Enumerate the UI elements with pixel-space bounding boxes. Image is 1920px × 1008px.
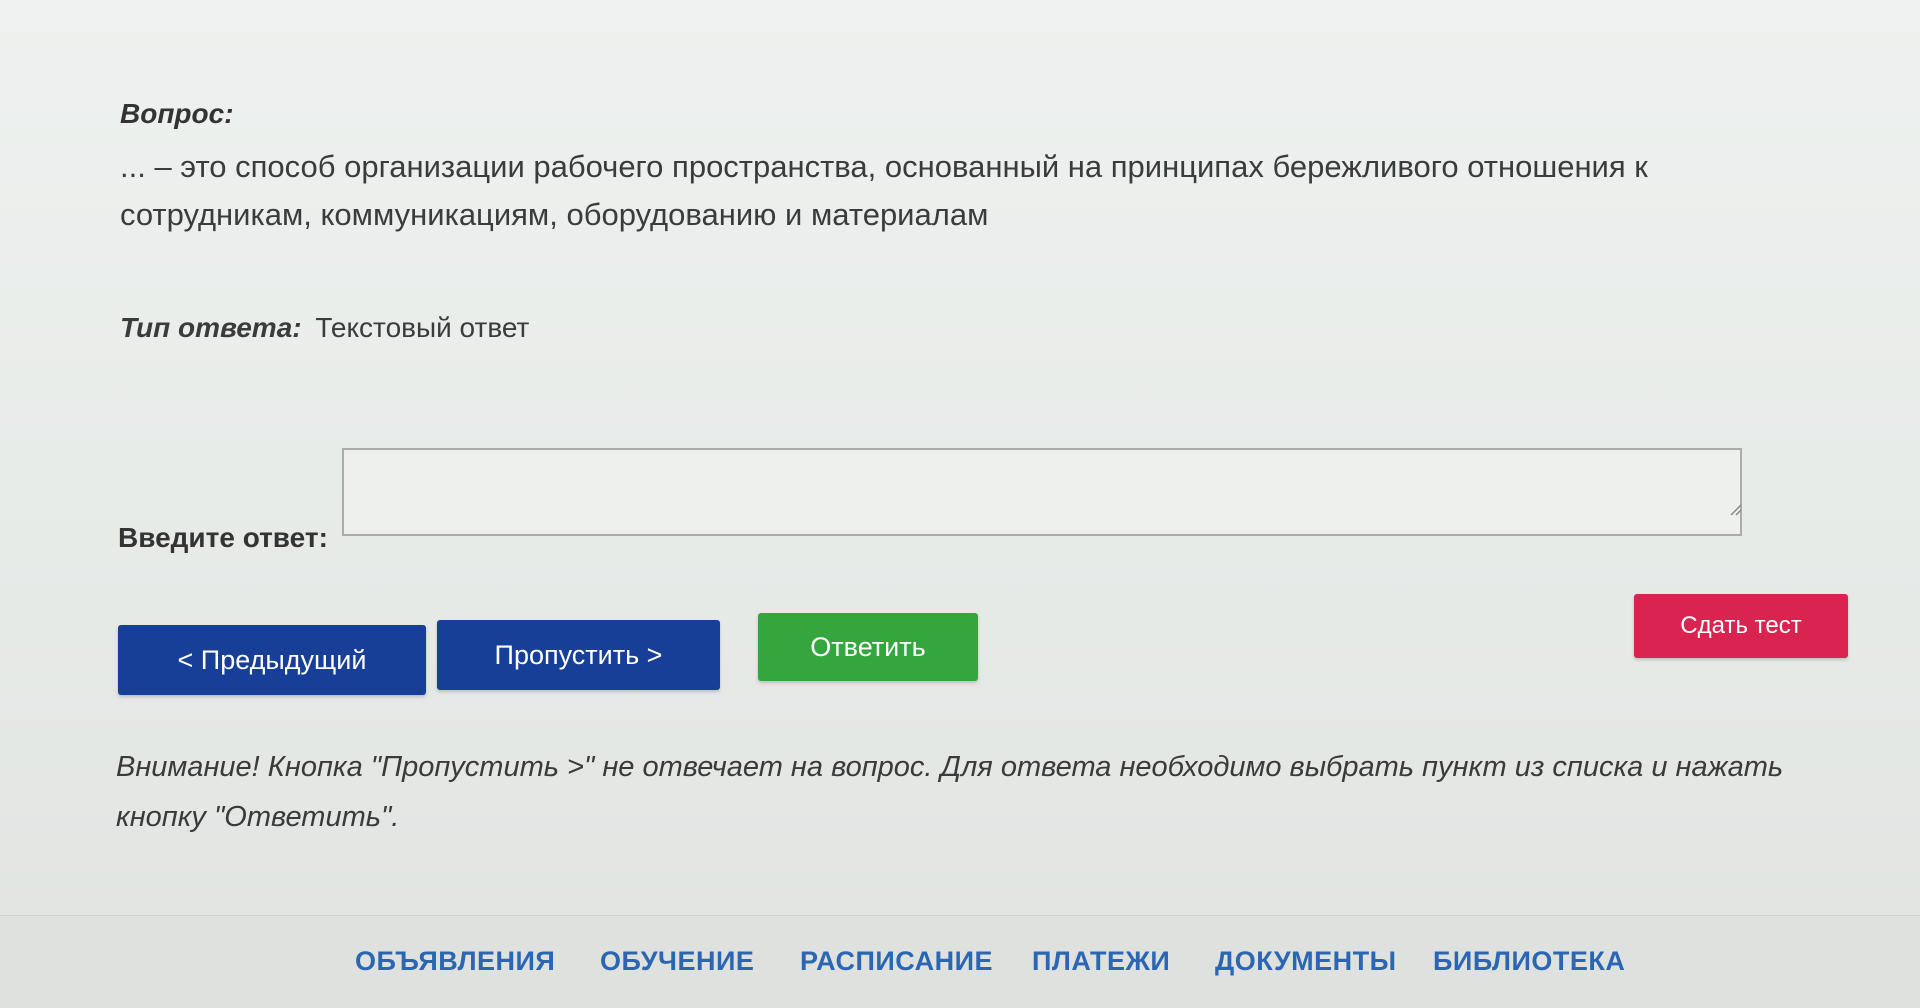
bottom-nav: ОБЪЯВЛЕНИЯ ОБУЧЕНИЕ РАСПИСАНИЕ ПЛАТЕЖИ Д…: [0, 915, 1920, 1008]
answer-type-label: Тип ответа:: [120, 312, 302, 343]
answer-type-value: Текстовый ответ: [315, 312, 530, 343]
submit-test-button[interactable]: Сдать тест: [1634, 594, 1848, 658]
nav-item-learning[interactable]: ОБУЧЕНИЕ: [600, 946, 754, 977]
previous-button[interactable]: < Предыдущий: [118, 625, 426, 695]
warning-text: Внимание! Кнопка "Пропустить >" не отвеч…: [116, 751, 1784, 833]
nav-item-payments[interactable]: ПЛАТЕЖИ: [1032, 946, 1170, 977]
nav-item-library[interactable]: БИБЛИОТЕКА: [1433, 946, 1625, 977]
answer-textarea[interactable]: [342, 448, 1742, 536]
nav-item-documents[interactable]: ДОКУМЕНТЫ: [1215, 946, 1397, 977]
answer-button[interactable]: Ответить: [758, 613, 978, 681]
question-panel: Вопрос: ... – это способ организации раб…: [0, 0, 1920, 915]
nav-item-announcements[interactable]: ОБЪЯВЛЕНИЯ: [355, 946, 555, 977]
resize-grip-icon[interactable]: [1728, 502, 1742, 516]
nav-item-schedule[interactable]: РАСПИСАНИЕ: [800, 946, 993, 977]
skip-button[interactable]: Пропустить >: [437, 620, 720, 690]
answer-input-label: Введите ответ:: [118, 522, 328, 553]
question-heading: Вопрос:: [120, 98, 234, 129]
answer-type: Тип ответа: Текстовый ответ: [120, 312, 529, 344]
question-text: ... – это способ организации рабочего пр…: [120, 149, 1648, 232]
